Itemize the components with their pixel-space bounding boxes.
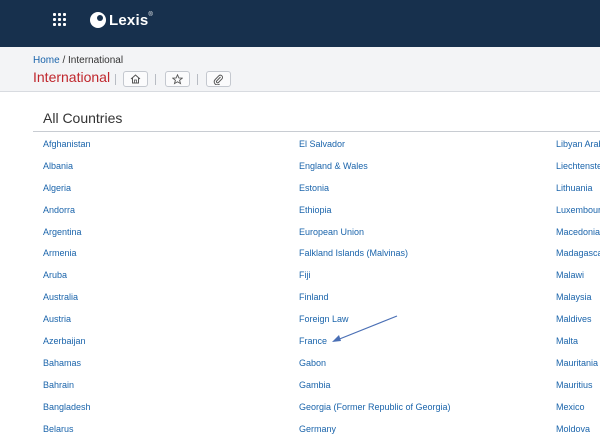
country-link[interactable]: Falkland Islands (Malvinas)	[299, 247, 451, 269]
toolbar-separator	[197, 74, 198, 85]
country-link[interactable]: Liechtenste	[556, 160, 600, 182]
country-link[interactable]: Ethiopia	[299, 204, 451, 226]
toolbar-separator	[155, 74, 156, 85]
country-link[interactable]: Austria	[43, 313, 91, 335]
country-link[interactable]: Germany	[299, 423, 451, 445]
country-link[interactable]: Malta	[556, 335, 600, 357]
country-link[interactable]: Luxembour	[556, 204, 600, 226]
country-link[interactable]: Madagasca	[556, 247, 600, 269]
country-link[interactable]: Fiji	[299, 269, 451, 291]
app-grid-icon[interactable]	[53, 13, 67, 27]
country-link[interactable]: Mexico	[556, 401, 600, 423]
country-link[interactable]: Libyan Arab	[556, 138, 600, 160]
country-link[interactable]: Estonia	[299, 182, 451, 204]
breadcrumb-separator: /	[59, 55, 69, 66]
star-icon	[172, 73, 183, 85]
country-link[interactable]: Afghanistan	[43, 138, 91, 160]
section-title: All Countries	[43, 110, 123, 126]
country-link[interactable]: Mauritius	[556, 379, 600, 401]
country-link[interactable]: Maldives	[556, 313, 600, 335]
country-link[interactable]: Algeria	[43, 182, 91, 204]
country-column-3: Libyan Arab Liechtenste Lithuania Luxemb…	[556, 138, 600, 444]
section-divider	[33, 131, 600, 132]
paperclip-icon	[213, 74, 223, 85]
country-link[interactable]: Bahamas	[43, 357, 91, 379]
country-link[interactable]: Macedonia	[556, 226, 600, 248]
country-link[interactable]: Finland	[299, 291, 451, 313]
country-link[interactable]: Malaysia	[556, 291, 600, 313]
country-link[interactable]: Bahrain	[43, 379, 91, 401]
country-link[interactable]: Australia	[43, 291, 91, 313]
lexis-logo[interactable]: Lexis ®	[90, 10, 153, 30]
country-link[interactable]: Malawi	[556, 269, 600, 291]
favorite-button[interactable]	[165, 71, 190, 87]
country-link[interactable]: Lithuania	[556, 182, 600, 204]
breadcrumb-home-link[interactable]: Home	[33, 55, 60, 66]
country-link[interactable]: Gambia	[299, 379, 451, 401]
country-link[interactable]: Aruba	[43, 269, 91, 291]
brand-registered-mark: ®	[148, 12, 153, 18]
top-bar: Lexis ®	[0, 0, 600, 47]
breadcrumb-current: International	[68, 55, 124, 66]
brand-name: Lexis	[109, 11, 149, 29]
country-link[interactable]: Azerbaijan	[43, 335, 91, 357]
page-header: Home / International International	[0, 47, 600, 92]
country-link[interactable]: England & Wales	[299, 160, 451, 182]
country-link[interactable]: Argentina	[43, 226, 91, 248]
attach-button[interactable]	[206, 71, 231, 87]
country-link[interactable]: Bangladesh	[43, 401, 91, 423]
country-link[interactable]: Gabon	[299, 357, 451, 379]
home-icon	[130, 74, 141, 84]
toolbar-separator	[115, 74, 116, 85]
country-link[interactable]: Georgia (Former Republic of Georgia)	[299, 401, 451, 423]
country-link[interactable]: El Salvador	[299, 138, 451, 160]
country-link[interactable]: Andorra	[43, 204, 91, 226]
country-column-1: Afghanistan Albania Algeria Andorra Arge…	[43, 138, 91, 444]
home-button[interactable]	[123, 71, 148, 87]
country-link[interactable]: Armenia	[43, 247, 91, 269]
lexis-logo-icon	[90, 12, 106, 28]
country-link[interactable]: Mauritania	[556, 357, 600, 379]
country-column-2: El Salvador England & Wales Estonia Ethi…	[299, 138, 451, 444]
breadcrumb: Home / International	[33, 55, 123, 66]
country-link[interactable]: Foreign Law	[299, 313, 451, 335]
country-link[interactable]: Moldova	[556, 423, 600, 445]
country-link[interactable]: Belarus	[43, 423, 91, 445]
country-link[interactable]: Albania	[43, 160, 91, 182]
country-link-france[interactable]: France	[299, 335, 451, 357]
country-link[interactable]: European Union	[299, 226, 451, 248]
page-title: International	[33, 69, 111, 85]
